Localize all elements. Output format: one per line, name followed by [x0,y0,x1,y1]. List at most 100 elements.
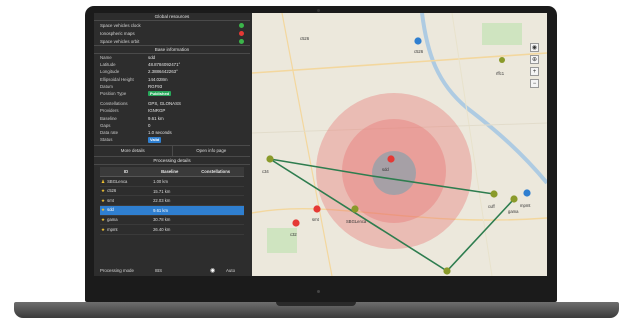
field-key: Name [100,55,112,60]
field-key: Latitude [100,62,116,68]
info-field: Latitude 48.8784092471° [94,61,250,68]
column-header-baseline[interactable]: Baseline [152,167,188,178]
field-key: Providers [100,108,119,114]
status-ok-icon [239,22,244,28]
map-label: smt [312,217,320,222]
row-id: sdd [107,207,114,213]
map-label: mpmt [520,203,531,208]
field-key: Constellations [100,101,128,107]
row-id: c526 [107,188,117,194]
info-field: Datum RGF93 [94,83,250,90]
field-value: 48.8784092471° [148,62,181,68]
status-badge: Valid [148,137,162,143]
column-header-constellations[interactable]: Constellations [187,167,244,178]
map-view[interactable]: c526 c526 sdd smt c34 SBGLenca c32 cuff … [252,13,547,276]
resource-row: Ionospheric maps [94,29,250,37]
person-icon: ♟ [101,178,106,184]
park [482,23,522,45]
zoom-in-button[interactable]: + [530,67,539,76]
field-value: 1.0 seconds [148,129,172,135]
row-baseline: 1.00 km [152,176,188,187]
row-baseline: 9.61 km [152,205,188,216]
resource-label: Space vehicles clock [100,22,141,28]
row-constellations [187,215,244,226]
info-field: Name sdd [94,54,250,61]
laptop-notch [276,302,356,306]
more-details-button[interactable]: More details [94,146,172,156]
map-label: c34 [262,169,269,174]
info-field: Longitude 2.3886442263° [94,68,250,75]
table-row[interactable]: ★ c526 15.71 km [100,186,244,197]
field-key: Longitude [100,69,120,75]
table-row-selected[interactable]: ★ sdd 9.61 km [100,205,244,216]
marker-pin-icon[interactable] [443,267,451,275]
column-header-id[interactable]: ID [100,167,153,178]
auto-toggle[interactable]: Auto [226,268,235,273]
locate-icon[interactable]: ◉ [530,43,539,52]
field-value: 2.3886442263° [148,69,178,75]
position-type-badge: Published [148,90,172,97]
map-label: gama [508,209,519,214]
info-field: Data rate 1.0 seconds [94,129,250,136]
field-key: Data rate [100,129,119,135]
map-label: rffc1 [496,71,505,76]
field-key: Datum [100,83,113,89]
row-constellations [187,205,244,216]
layers-icon[interactable]: ⊕ [530,55,539,64]
row-id: smt [107,197,114,203]
processing-mode-value[interactable]: IBS [155,268,210,273]
field-value: RGF93 [148,83,163,89]
table-row[interactable]: ★ smt 22.03 km [100,195,244,207]
row-constellations [187,176,244,187]
row-baseline: 30.78 km [152,215,188,226]
table-row[interactable]: ★ gama 30.78 km [100,215,244,226]
processing-details-title: Processing details [94,157,250,166]
table-row[interactable]: ★ mpmt 26.40 km [100,224,244,235]
field-key: Gaps [100,122,111,128]
row-baseline: 15.71 km [152,186,188,197]
resource-label: Space vehicles orbit [100,38,140,44]
map-label: SBGLenca [346,219,367,224]
zoom-out-button[interactable]: − [530,79,539,88]
field-value: 0 [148,122,151,128]
info-field: Ellipsoidal Height 144.028m [94,76,250,83]
field-value: sdd [148,55,156,60]
row-constellations [187,224,244,235]
info-field: Baseline 9.61 km [94,115,250,122]
map-label: c32 [290,232,297,237]
field-key: Position Type [100,90,127,96]
open-info-page-button[interactable]: Open info page [171,146,251,157]
field-value: 9.61 km [148,115,164,121]
resource-row: Space vehicles orbit [94,37,250,45]
eye-icon[interactable]: ◉ [210,267,226,274]
star-icon: ★ [101,216,106,222]
logo-dot [317,290,320,293]
status-ok-icon [239,38,244,44]
field-value: 144.028m [148,76,168,82]
row-constellations [187,195,244,207]
processing-table: ID Baseline Constellations ♟ SBGLenca 1.0… [100,167,244,235]
info-field: Position Type Published [94,90,250,97]
info-field: Status Valid [94,136,250,143]
field-key: Ellipsoidal Height [100,76,134,82]
info-field: Gaps 0 [94,122,250,129]
processing-mode-label: Processing mode [100,268,134,273]
star-icon: ★ [101,188,106,194]
action-buttons: More details Open info page [94,145,251,158]
field-key: Status [100,137,113,143]
info-field: Providers IGNRGP [94,107,250,114]
map-label: c526 [414,49,424,54]
star-icon: ★ [101,207,106,213]
base-information-title: Base information [94,45,250,54]
info-field: Constellations GPS, GLONASS [94,100,250,107]
left-panel: Global resources Space vehicles clock Io… [94,13,250,276]
table-row[interactable]: ♟ SBGLenca 1.00 km [100,176,244,187]
map-label: cuff [488,204,496,209]
row-baseline: 22.03 km [152,195,188,207]
global-resources-title: Global resources [94,13,250,21]
field-key: Baseline [100,115,117,121]
status-error-icon [239,30,244,36]
map-label: sdd [382,167,389,172]
processing-footer: Processing mode IBS ◉ Auto [94,265,250,276]
map-canvas[interactable]: c526 c526 sdd smt c34 SBGLenca c32 cuff … [252,13,547,276]
